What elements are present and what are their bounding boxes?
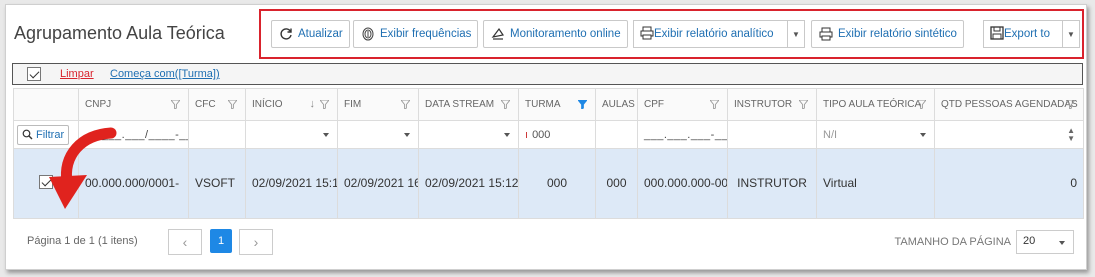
refresh-icon bbox=[278, 26, 294, 42]
filter-button-cell: Filtrar bbox=[13, 120, 79, 149]
cell-turma: 000 bbox=[518, 148, 596, 219]
header-row: CNPJ CFC INÍCIO ↓ FIM DATA STREAM TURMA A… bbox=[13, 88, 1084, 121]
filter-qtd-stepper[interactable]: ▲ ▼ bbox=[934, 120, 1084, 149]
filter-funnel-icon bbox=[320, 100, 329, 109]
filter-fim-dropdown[interactable] bbox=[337, 120, 419, 149]
monitoramento-online-label: Monitoramento online bbox=[510, 28, 621, 40]
column-header-cpf[interactable]: CPF bbox=[637, 88, 728, 121]
cell-data-stream: 02/09/2021 15:12:05 bbox=[418, 148, 519, 219]
column-header-aulas[interactable]: AULAS bbox=[595, 88, 638, 121]
atualizar-label: Atualizar bbox=[298, 28, 343, 40]
filter-cfc-input[interactable] bbox=[188, 120, 246, 149]
export-label: Export to bbox=[1004, 28, 1051, 40]
cell-fim: 02/09/2021 16:10:26 bbox=[337, 148, 419, 219]
cell-cnpj: 00.000.000/0001- bbox=[78, 148, 189, 219]
limpar-link[interactable]: Limpar bbox=[60, 68, 94, 80]
select-column-header bbox=[13, 88, 79, 121]
page-title: Agrupamento Aula Teórica bbox=[14, 23, 225, 43]
filter-instrutor-input[interactable] bbox=[727, 120, 817, 149]
cell-instrutor: INSTRUTOR bbox=[727, 148, 817, 219]
filter-funnel-icon bbox=[401, 100, 410, 109]
filter-funnel-icon bbox=[228, 100, 237, 109]
filter-cnpj-input[interactable]: __.___.___/____-__ bbox=[78, 120, 189, 149]
printer-icon bbox=[640, 26, 654, 43]
monitoramento-online-button[interactable]: Monitoramento online bbox=[483, 20, 628, 48]
filter-funnel-icon bbox=[1066, 100, 1075, 109]
exibir-frequencias-button[interactable]: Exibir frequências bbox=[353, 20, 479, 48]
prev-page-button[interactable]: ‹ bbox=[168, 229, 202, 255]
column-header-cnpj[interactable]: CNPJ bbox=[78, 88, 189, 121]
column-header-instrutor[interactable]: INSTRUTOR bbox=[727, 88, 817, 121]
column-header-qtd-pessoas[interactable]: QTD PESSOAS AGENDADAS bbox=[934, 88, 1084, 121]
filter-aulas-input[interactable] bbox=[595, 120, 638, 149]
next-page-button[interactable]: › bbox=[239, 229, 273, 255]
column-header-tipo-aula[interactable]: TIPO AULA TEÓRICA bbox=[816, 88, 935, 121]
row-select-cell[interactable] bbox=[13, 148, 79, 219]
magnifier-icon bbox=[22, 129, 33, 140]
exibir-sintetico-label: Exibir relatório sintético bbox=[838, 28, 957, 40]
cell-qtd: 0 bbox=[934, 148, 1084, 219]
filter-inicio-dropdown[interactable] bbox=[245, 120, 338, 149]
table-row[interactable]: 00.000.000/0001- VSOFT 02/09/2021 15:12:… bbox=[13, 148, 1084, 219]
export-button[interactable]: Export to bbox=[983, 20, 1062, 48]
cell-tipo: Virtual bbox=[816, 148, 935, 219]
satellite-icon bbox=[490, 26, 506, 42]
filter-funnel-icon bbox=[917, 100, 926, 109]
filter-turma-input[interactable]: ı 000 bbox=[518, 120, 596, 149]
column-header-turma[interactable]: TURMA bbox=[518, 88, 596, 121]
pager: Página 1 de 1 (1 itens) ‹ 1 › TAMANHO DA… bbox=[13, 218, 1083, 262]
filter-row: Filtrar __.___.___/____-__ ı 000 ___.___.… bbox=[13, 120, 1084, 149]
exibir-sintetico-button[interactable]: Exibir relatório sintético bbox=[811, 20, 964, 48]
row-select-checkbox[interactable] bbox=[39, 174, 53, 189]
pager-info: Página 1 de 1 (1 itens) bbox=[27, 235, 138, 247]
column-header-data-stream[interactable]: DATA STREAM bbox=[418, 88, 519, 121]
page-size-select[interactable]: 20 bbox=[1016, 230, 1074, 254]
page-size-label: TAMANHO DA PÁGINA bbox=[894, 236, 1011, 248]
exibir-analitico-button[interactable]: Exibir relatório analítico bbox=[633, 20, 787, 48]
exibir-analitico-split-button[interactable]: Exibir relatório analítico ▼ bbox=[633, 20, 805, 48]
filter-funnel-active-icon bbox=[578, 100, 587, 109]
exibir-analitico-dropdown-caret[interactable]: ▼ bbox=[787, 20, 805, 48]
filter-funnel-icon bbox=[171, 100, 180, 109]
filter-funnel-icon bbox=[710, 100, 719, 109]
cell-inicio: 02/09/2021 15:12:05 bbox=[245, 148, 338, 219]
column-header-cfc[interactable]: CFC bbox=[188, 88, 246, 121]
toolbar-highlight-frame: Atualizar Exibir frequências Monitoramen… bbox=[259, 9, 1084, 59]
filter-expression-link[interactable]: Começa com([Turma]) bbox=[110, 68, 220, 80]
data-grid: CNPJ CFC INÍCIO ↓ FIM DATA STREAM TURMA A… bbox=[13, 88, 1084, 219]
export-dropdown-caret[interactable]: ▼ bbox=[1062, 20, 1080, 48]
fingerprint-icon bbox=[360, 26, 376, 42]
exibir-frequencias-label: Exibir frequências bbox=[380, 28, 472, 40]
export-split-button[interactable]: Export to ▼ bbox=[983, 20, 1080, 48]
filtrar-button[interactable]: Filtrar bbox=[17, 124, 70, 145]
filter-tipo-dropdown[interactable]: N/I bbox=[816, 120, 935, 149]
filter-funnel-icon bbox=[799, 100, 808, 109]
spin-arrows-icon[interactable]: ▲ ▼ bbox=[1067, 127, 1075, 143]
atualizar-button[interactable]: Atualizar bbox=[271, 20, 350, 48]
filter-expression-bar: Limpar Começa com([Turma]) bbox=[12, 63, 1083, 85]
filter-cpf-input[interactable]: ___.___.___-__ bbox=[637, 120, 728, 149]
sort-descending-icon: ↓ bbox=[309, 98, 316, 110]
filter-funnel-icon bbox=[501, 100, 510, 109]
printer-icon bbox=[818, 26, 834, 42]
page-1-button[interactable]: 1 bbox=[210, 229, 232, 253]
column-header-inicio[interactable]: INÍCIO ↓ bbox=[245, 88, 338, 121]
cell-cfc: VSOFT bbox=[188, 148, 246, 219]
save-disk-icon bbox=[990, 25, 1004, 43]
filter-enabled-checkbox[interactable] bbox=[27, 67, 41, 81]
grid-panel: Agrupamento Aula Teórica Atualizar Exibi… bbox=[5, 4, 1087, 270]
filter-data-stream-dropdown[interactable] bbox=[418, 120, 519, 149]
column-header-fim[interactable]: FIM bbox=[337, 88, 419, 121]
cell-aulas: 000 bbox=[595, 148, 638, 219]
exibir-analitico-label: Exibir relatório analítico bbox=[654, 28, 774, 40]
cell-cpf: 000.000.000-00 bbox=[637, 148, 728, 219]
